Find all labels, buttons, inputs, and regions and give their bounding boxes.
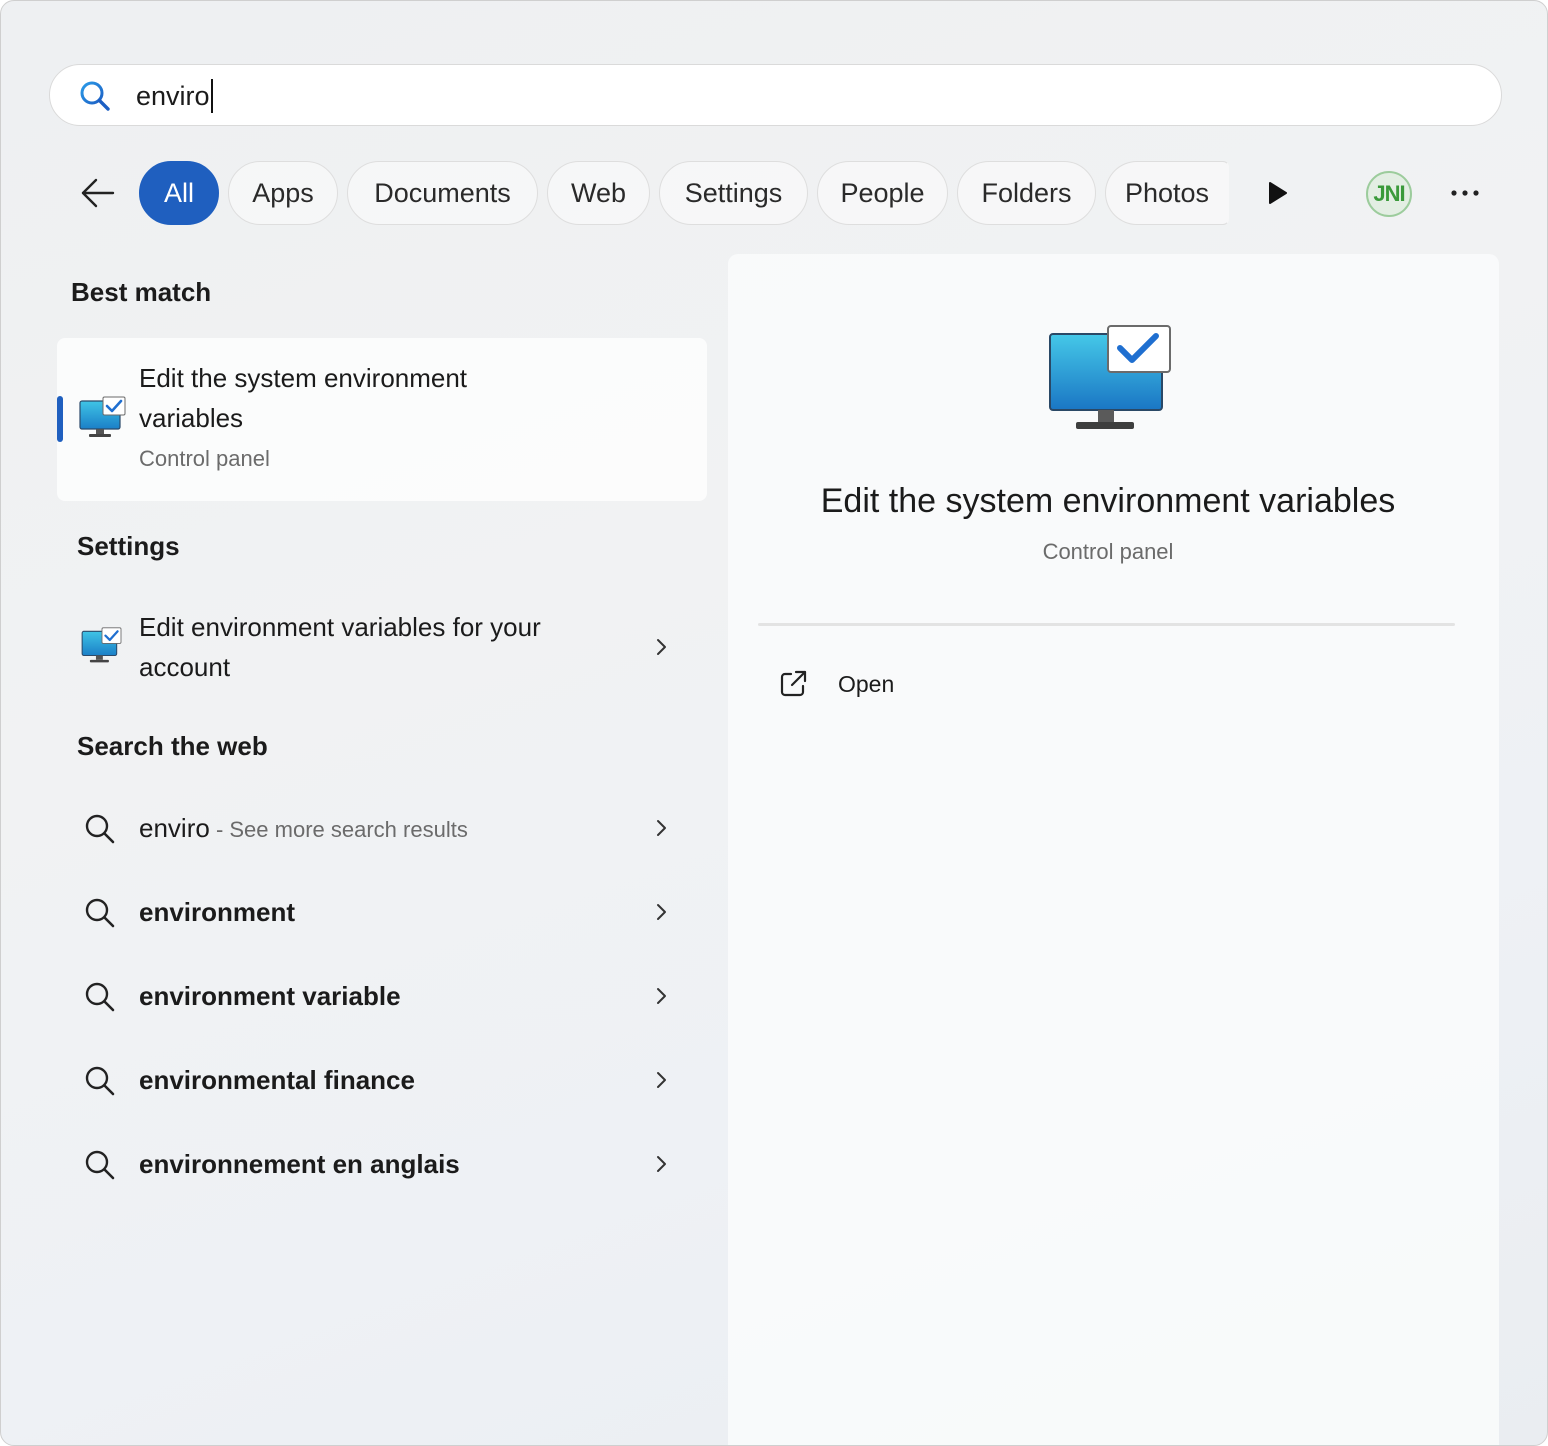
web-result-label: enviro - See more search results xyxy=(139,809,468,849)
open-action-label: Open xyxy=(838,670,895,697)
detail-title: Edit the system environment variables xyxy=(820,482,1396,520)
settings-heading: Settings xyxy=(77,531,180,561)
web-result-1[interactable]: environment xyxy=(57,870,707,954)
settings-result[interactable]: Edit environment variables for your acco… xyxy=(57,599,707,699)
tab-people[interactable]: People xyxy=(817,161,948,225)
web-result-query: environnement en anglais xyxy=(139,1149,460,1179)
search-query-text: enviro xyxy=(136,81,210,111)
tab-all[interactable]: All xyxy=(139,161,219,225)
chevron-right-icon xyxy=(657,639,666,655)
avatar-text: JNI xyxy=(1373,181,1405,206)
tab-photos[interactable]: Photos xyxy=(1105,161,1229,225)
chevron-right-icon xyxy=(657,904,666,920)
tab-people-label: People xyxy=(840,177,925,208)
monitor-check-icon xyxy=(1049,325,1171,429)
more-horizontal-icon xyxy=(1451,190,1479,196)
tab-all-label: All xyxy=(163,177,194,208)
tab-photos-label: Photos xyxy=(1124,177,1210,208)
chevron-right-icon xyxy=(657,1156,666,1172)
tab-web-label: Web xyxy=(570,177,627,208)
settings-result-line1: Edit environment variables for your xyxy=(139,612,541,642)
web-result-0[interactable]: enviro - See more search results xyxy=(57,786,707,870)
best-match-result[interactable]: Edit the system environment variables Co… xyxy=(57,338,707,501)
search-icon xyxy=(80,81,110,111)
back-button[interactable] xyxy=(73,169,121,217)
web-result-query: environment xyxy=(139,897,296,927)
selection-indicator xyxy=(57,396,63,442)
best-match-title-line2: variables xyxy=(139,403,244,433)
search-box[interactable]: enviro xyxy=(49,64,1502,126)
search-web-heading: Search the web xyxy=(77,731,268,761)
divider xyxy=(758,623,1455,626)
tab-documents[interactable]: Documents xyxy=(347,161,538,225)
tab-apps-label: Apps xyxy=(252,177,314,208)
tab-documents-label: Documents xyxy=(374,177,511,208)
text-caret xyxy=(210,79,213,113)
avatar[interactable]: JNI xyxy=(1366,171,1412,217)
monitor-check-icon xyxy=(81,627,122,663)
more-options-button[interactable] xyxy=(1441,173,1489,213)
web-result-label: environnement en anglais xyxy=(139,1145,460,1183)
monitor-check-icon xyxy=(79,396,126,437)
web-result-query: enviro xyxy=(139,813,210,843)
web-result-label: environmental finance xyxy=(139,1061,415,1099)
search-input[interactable]: enviro xyxy=(136,79,213,113)
arrow-left-icon xyxy=(81,178,115,208)
tab-folders[interactable]: Folders xyxy=(957,161,1096,225)
tab-apps[interactable]: Apps xyxy=(228,161,338,225)
chevron-right-icon xyxy=(657,988,666,1004)
search-icon xyxy=(85,1150,115,1180)
tab-settings-label: Settings xyxy=(684,177,783,208)
best-match-title-line1: Edit the system environment xyxy=(139,363,468,393)
search-icon xyxy=(85,814,115,844)
tab-folders-label: Folders xyxy=(981,177,1072,208)
play-icon[interactable] xyxy=(1257,173,1297,213)
best-match-heading: Best match xyxy=(71,277,212,307)
detail-panel: Edit the system environment variables Co… xyxy=(728,254,1499,1445)
search-icon xyxy=(85,898,115,928)
open-action[interactable]: Open xyxy=(778,662,894,706)
settings-result-line2: account xyxy=(139,652,231,682)
web-result-2[interactable]: environment variable xyxy=(57,954,707,1038)
detail-subtitle: Control panel xyxy=(1042,539,1174,564)
web-result-label: environment variable xyxy=(139,977,401,1015)
search-icon xyxy=(85,982,115,1012)
web-result-query: environmental finance xyxy=(139,1065,415,1095)
search-icon xyxy=(85,1066,115,1096)
tab-web[interactable]: Web xyxy=(547,161,650,225)
web-result-label: environment xyxy=(139,893,295,931)
start-search-window: enviro All Apps Documents Web Settings P… xyxy=(0,0,1548,1446)
web-result-3[interactable]: environmental finance xyxy=(57,1038,707,1122)
web-result-hint: - See more search results xyxy=(209,817,468,842)
chevron-right-icon xyxy=(657,1072,666,1088)
web-result-4[interactable]: environnement en anglais xyxy=(57,1122,707,1206)
chevron-right-icon xyxy=(657,820,666,836)
best-match-subtitle: Control panel xyxy=(139,446,270,471)
web-result-query: environment variable xyxy=(139,981,401,1011)
tab-settings[interactable]: Settings xyxy=(659,161,808,225)
open-external-icon xyxy=(780,670,807,697)
